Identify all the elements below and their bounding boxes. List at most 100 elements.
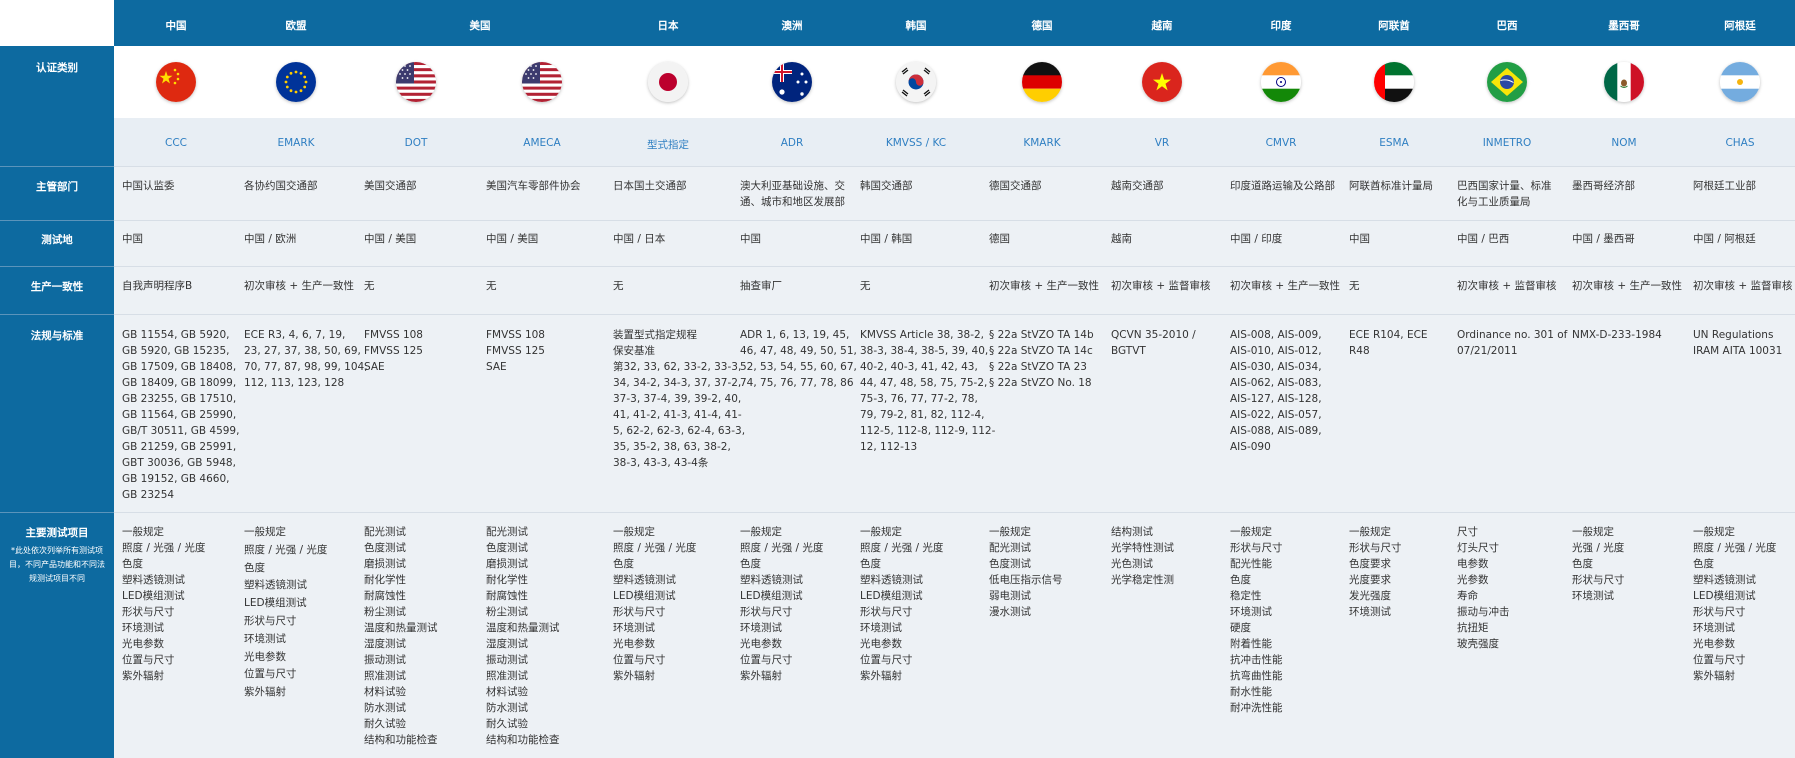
test-site-cell: 中国 / 巴西 [1457,233,1510,245]
cert-name[interactable]: 型式指定 [603,137,733,152]
row-label-regulation: 法规与标准 [30,330,84,342]
cert-name[interactable]: CCC [111,137,241,149]
australia-flag-icon [772,62,812,102]
test-site-cell: 中国 / 美国 [364,233,417,245]
cert-name[interactable]: CMVR [1216,137,1346,149]
authority-cell: 印度道路运输及公路部 [1230,180,1335,192]
conformity-cell: 初次审核 + 生产一致性 [1572,280,1682,292]
country-header: 印度 [1270,20,1292,32]
cert-name[interactable]: ESMA [1329,137,1459,149]
usa-flag-icon [522,62,562,102]
conformity-cell: 无 [860,280,871,292]
row-label-cert-type: 认证类别 [36,62,78,74]
country-header: 中国 [165,20,187,32]
authority-cell: 阿联酋标准计量局 [1349,180,1433,192]
country-header: 美国 [469,20,491,32]
test-site-cell: 中国 [740,233,761,245]
standards-cell: ADR 1, 6, 13, 19, 45, 46, 47, 48, 49, 50… [740,329,857,389]
conformity-cell: 初次审核 + 监督审核 [1457,280,1557,292]
india-flag-icon [1261,62,1301,102]
cert-name[interactable]: VR [1097,137,1227,149]
country-header: 韩国 [905,20,927,32]
germany-flag-icon [1022,62,1062,102]
conformity-cell: 无 [1349,280,1360,292]
tests-cell: 一般规定 照度 / 光强 / 光度 色度 塑料透镜测试 LED模组测试 形状与尺… [613,526,697,682]
tests-cell: 一般规定 照度 / 光强 / 光度 色度 塑料透镜测试 LED模组测试 形状与尺… [122,526,206,682]
usa-flag-icon [396,62,436,102]
conformity-cell: 无 [486,280,497,292]
tests-label-text: 主要测试项目 [25,527,89,539]
tests-cell: 一般规定 照度 / 光强 / 光度 色度 塑料透镜测试 LED模组测试 形状与尺… [740,526,824,682]
test-site-cell: 中国 / 印度 [1230,233,1283,245]
cert-name[interactable]: CHAS [1675,137,1795,149]
authority-cell: 各协约国交通部 [244,180,318,192]
certification-table: 认证类别 主管部门 测试地 生产一致性 法规与标准 主要测试项目 *此处依次列举… [0,0,1795,758]
tests-cell: 尺寸 灯头尺寸 电参数 光参数 寿命 振动与冲击 抗扭矩 玻壳强度 [1457,526,1510,650]
standards-cell: KMVSS Article 38, 38-2, 38-3, 38-4, 38-5… [860,329,996,453]
authority-cell: 日本国土交通部 [613,180,687,192]
country-header: 阿联酋 [1378,20,1410,32]
test-site-cell: 中国 [1349,233,1370,245]
country-header: 日本 [657,20,679,32]
conformity-cell: 无 [364,280,375,292]
standards-cell: 装置型式指定规程 保安基准 第32, 33, 62, 33-2, 33-3, 3… [613,329,746,469]
country-header: 欧盟 [285,20,307,32]
cert-name[interactable]: EMARK [231,137,361,149]
tests-cell: 一般规定 形状与尺寸 色度要求 光度要求 发光强度 环境测试 [1349,526,1402,618]
vietnam-flag-icon [1142,62,1182,102]
row-label-conformity: 生产一致性 [30,281,84,293]
test-site-cell: 中国 / 墨西哥 [1572,233,1635,245]
country-header: 阿根廷 [1724,20,1756,32]
country-header: 巴西 [1496,20,1518,32]
uae-flag-icon [1374,62,1414,102]
standards-cell: FMVSS 108 FMVSS 125 SAE [364,329,423,373]
test-site-cell: 中国 / 日本 [613,233,666,245]
tests-cell: 结构测试 光学特性测试 光色测试 光学稳定性测 [1111,526,1174,586]
conformity-cell: 初次审核 + 监督审核 [1111,280,1211,292]
japan-flag-icon [648,62,688,102]
authority-cell: 墨西哥经济部 [1572,180,1635,192]
tests-cell: 一般规定 光强 / 光度 色度 形状与尺寸 环境测试 [1572,526,1625,602]
country-header: 澳洲 [781,20,803,32]
authority-cell: 澳大利亚基础设施、交 通、城市和地区发展部 [740,180,845,208]
row-label-tests: 主要测试项目 *此处依次列举所有测试项目，不同产品功能和不同法规测试项目不同 [0,525,114,586]
standards-cell: Ordinance no. 301 of 07/21/2011 [1457,329,1568,357]
conformity-cell: 初次审核 + 监督审核 [1693,280,1793,292]
mexico-flag-icon [1604,62,1644,102]
cert-name[interactable]: ADR [727,137,857,149]
tests-cell: 配光测试 色度测试 磨损测试 耐化学性 耐腐蚀性 粉尘测试 温度和热量测试 湿度… [486,526,560,746]
tests-cell: 配光测试 色度测试 磨损测试 耐化学性 耐腐蚀性 粉尘测试 温度和热量测试 湿度… [364,526,438,746]
authority-cell: 德国交通部 [989,180,1042,192]
row-label-test-site: 测试地 [41,234,73,246]
brazil-flag-icon [1487,62,1527,102]
cert-name[interactable]: AMECA [477,137,607,149]
country-header: 墨西哥 [1608,20,1640,32]
authority-cell: 韩国交通部 [860,180,913,192]
authority-cell: 美国交通部 [364,180,417,192]
tests-cell: 一般规定 照度 / 光强 / 光度 色度 塑料透镜测试 LED模组测试 形状与尺… [1693,526,1777,682]
cert-name[interactable]: NOM [1559,137,1689,149]
standards-cell: § 22a StVZO TA 14b § 22a StVZO TA 14c § … [989,329,1094,389]
cert-name[interactable]: DOT [351,137,481,149]
authority-cell: 阿根廷工业部 [1693,180,1756,192]
standards-cell: QCVN 35-2010 / BGTVT [1111,329,1196,357]
standards-cell: ECE R3, 4, 6, 7, 19, 23, 27, 37, 38, 50,… [244,329,368,389]
row-label-authority: 主管部门 [36,181,78,193]
conformity-cell: 无 [613,280,624,292]
standards-cell: ECE R104, ECE R48 [1349,329,1428,357]
conformity-cell: 自我声明程序B [122,280,193,292]
cert-name[interactable]: KMVSS / KC [851,137,981,149]
country-header: 德国 [1031,20,1053,32]
country-header: 越南 [1151,20,1173,32]
conformity-cell: 初次审核 + 生产一致性 [244,280,354,292]
authority-cell: 越南交通部 [1111,180,1164,192]
test-site-cell: 中国 / 美国 [486,233,539,245]
korea-flag-icon [896,62,936,102]
cert-name[interactable]: INMETRO [1442,137,1572,149]
authority-cell: 中国认监委 [122,180,175,192]
tests-cell: 一般规定 配光测试 色度测试 低电压指示信号 弱电测试 漫水测试 [989,526,1063,618]
standards-cell: GB 11554, GB 5920, GB 5920, GB 15235, GB… [122,329,240,501]
tests-cell: 一般规定 照度 / 光强 / 光度 色度 塑料透镜测试 LED模组测试 形状与尺… [244,526,328,699]
authority-cell: 美国汽车零部件协会 [486,180,581,192]
cert-name[interactable]: KMARK [977,137,1107,149]
